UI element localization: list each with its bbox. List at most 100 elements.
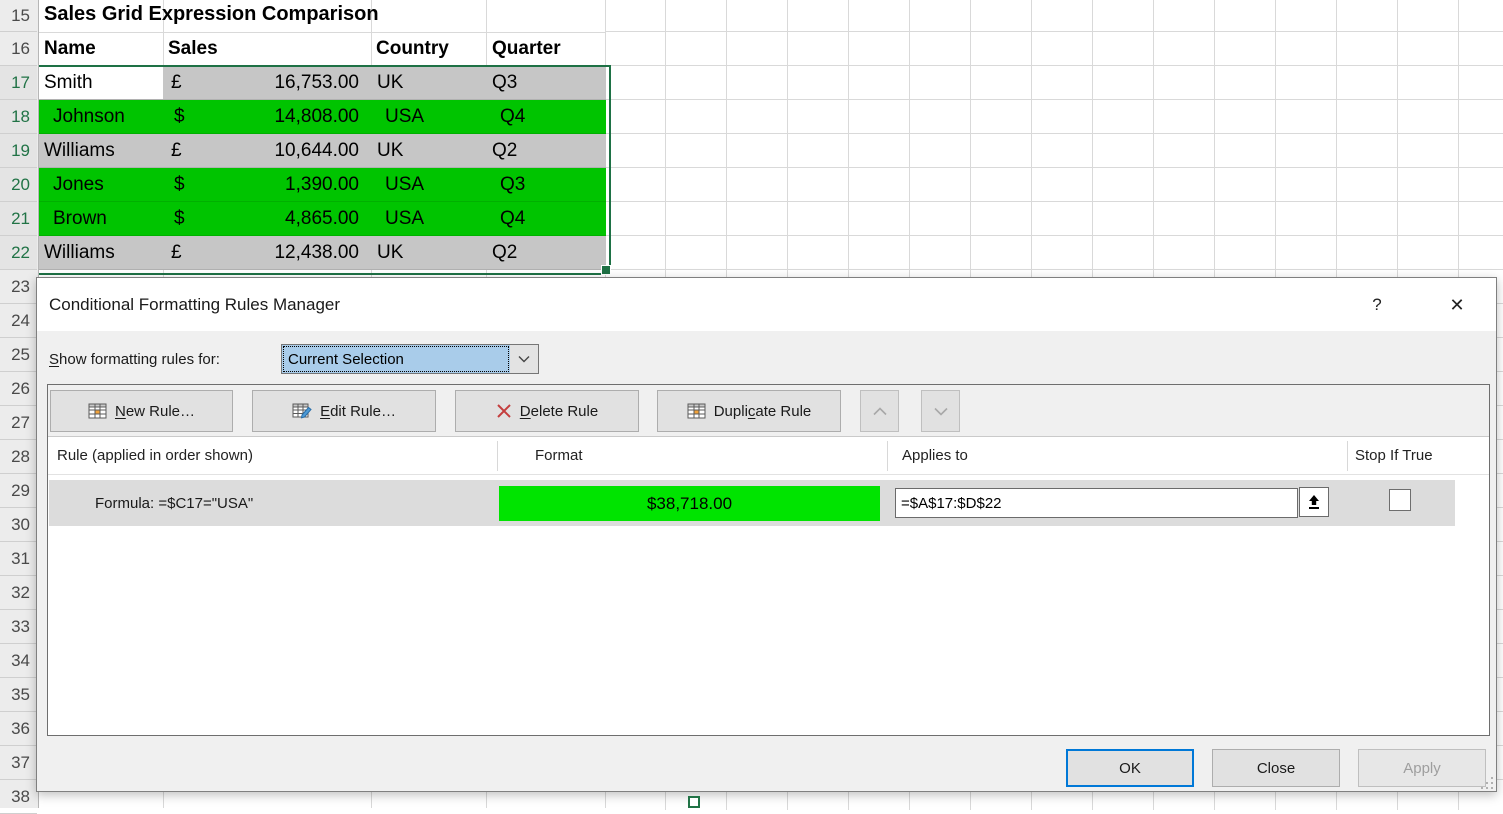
currency-symbol: $ [174, 208, 185, 230]
row-number-31[interactable]: 31 [0, 542, 37, 576]
row-number-21[interactable]: 21 [0, 202, 37, 236]
amount: 12,438.00 [274, 242, 359, 264]
rule-row-selected[interactable]: Formula: =$C17="USA" $38,718.00 =$A$17:$… [49, 480, 1455, 526]
header-cell-country[interactable]: Country [376, 38, 449, 60]
row-number-32[interactable]: 32 [0, 576, 37, 610]
cell-sales-17[interactable]: £16,753.00 [163, 66, 371, 99]
row-number-22[interactable]: 22 [0, 236, 37, 270]
chevron-down-icon [934, 407, 948, 416]
close-button[interactable]: Close [1212, 749, 1340, 787]
cell-quarter-22[interactable]: Q2 [486, 236, 605, 269]
cell-country-20[interactable]: USA [371, 168, 486, 201]
rules-scope-selected-value: Current Selection [282, 345, 510, 373]
ok-button[interactable]: OK [1066, 749, 1194, 787]
sheet-title-cell[interactable]: Sales Grid Expression Comparison [44, 3, 379, 26]
header-cell-name[interactable]: Name [44, 38, 96, 60]
rule-description: Formula: =$C17="USA" [95, 480, 253, 526]
apply-button-disabled[interactable]: Apply [1358, 749, 1486, 787]
delete-rule-button[interactable]: Delete Rule [455, 390, 639, 432]
sheet-row-19: Williams£10,644.00UKQ2 [39, 134, 606, 168]
cell-name-21[interactable]: Brown [39, 202, 163, 235]
move-rule-up-button[interactable] [860, 390, 899, 432]
row-number-35[interactable]: 35 [0, 678, 37, 712]
row-number-25[interactable]: 25 [0, 338, 37, 372]
row-number-38[interactable]: 38 [0, 780, 37, 814]
row-number-17[interactable]: 17 [0, 66, 37, 100]
row-number-27[interactable]: 27 [0, 406, 37, 440]
collapse-dialog-icon [1307, 494, 1321, 510]
chevron-down-icon[interactable] [510, 345, 538, 373]
row-number-37[interactable]: 37 [0, 746, 37, 780]
column-header-format: Format [535, 447, 583, 467]
stop-if-true-checkbox[interactable] [1389, 489, 1411, 511]
sheet-row-18: Johnson$14,808.00USAQ4 [39, 100, 606, 134]
cell-country-22[interactable]: UK [371, 236, 486, 269]
cell-quarter-20[interactable]: Q3 [486, 168, 605, 201]
row-number-23[interactable]: 23 [0, 270, 37, 304]
dialog-titlebar[interactable]: Conditional Formatting Rules Manager ? ✕ [37, 278, 1496, 331]
row-number-15[interactable]: 15 [0, 0, 37, 32]
amount: 16,753.00 [274, 72, 359, 94]
cell-sales-20[interactable]: $1,390.00 [163, 168, 371, 201]
row-number-19[interactable]: 19 [0, 134, 37, 168]
header-cell-sales[interactable]: Sales [168, 38, 218, 60]
row-number-34[interactable]: 34 [0, 644, 37, 678]
sheet-row-21: Brown$4,865.00USAQ4 [39, 202, 606, 236]
row-number-16[interactable]: 16 [0, 32, 37, 66]
range-handle[interactable] [688, 796, 700, 808]
cell-name-17[interactable]: Smith [39, 66, 163, 99]
cell-quarter-21[interactable]: Q4 [486, 202, 605, 235]
header-cell-quarter[interactable]: Quarter [492, 38, 561, 60]
amount: 14,808.00 [274, 106, 359, 128]
edit-rule-button[interactable]: Edit Rule… [252, 390, 436, 432]
cell-quarter-19[interactable]: Q2 [486, 134, 605, 167]
row-number-28[interactable]: 28 [0, 440, 37, 474]
cell-country-18[interactable]: USA [371, 100, 486, 133]
cell-name-22[interactable]: Williams [39, 236, 163, 269]
row-number-20[interactable]: 20 [0, 168, 37, 202]
cell-country-19[interactable]: UK [371, 134, 486, 167]
rules-toolbar: New Rule… Edit Rule… Delete Rule [48, 385, 1489, 437]
new-rule-button[interactable]: New Rule… [50, 390, 233, 432]
row-number-36[interactable]: 36 [0, 712, 37, 746]
cell-quarter-17[interactable]: Q3 [486, 66, 605, 99]
dialog-title: Conditional Formatting Rules Manager [49, 278, 340, 331]
cell-sales-22[interactable]: £12,438.00 [163, 236, 371, 269]
row-number-33[interactable]: 33 [0, 610, 37, 644]
help-icon[interactable]: ? [1363, 291, 1391, 319]
cell-sales-18[interactable]: $14,808.00 [163, 100, 371, 133]
header-separator [1347, 441, 1348, 471]
rules-list-container: New Rule… Edit Rule… Delete Rule [47, 384, 1490, 736]
cell-country-17[interactable]: UK [371, 66, 486, 99]
sheet-row-17: Smith£16,753.00UKQ3 [39, 66, 606, 100]
currency-symbol: $ [174, 106, 185, 128]
row-number-26[interactable]: 26 [0, 372, 37, 406]
cell-name-19[interactable]: Williams [39, 134, 163, 167]
table-pencil-icon [292, 403, 312, 420]
resize-grip[interactable] [1481, 777, 1494, 790]
close-icon[interactable]: ✕ [1443, 291, 1471, 319]
applies-to-input[interactable]: =$A$17:$D$22 [895, 488, 1298, 518]
rules-scope-dropdown[interactable]: Current Selection [281, 344, 539, 374]
cell-sales-19[interactable]: £10,644.00 [163, 134, 371, 167]
show-formatting-rules-label: Show formatting rules for: [49, 348, 220, 370]
cell-country-21[interactable]: USA [371, 202, 486, 235]
cell-name-20[interactable]: Jones [39, 168, 163, 201]
row-number-24[interactable]: 24 [0, 304, 37, 338]
conditional-formatting-rules-manager-dialog: Conditional Formatting Rules Manager ? ✕… [36, 277, 1497, 792]
row-number-29[interactable]: 29 [0, 474, 37, 508]
move-rule-down-button[interactable] [921, 390, 960, 432]
fill-handle[interactable] [601, 265, 611, 275]
amount: 10,644.00 [274, 140, 359, 162]
red-x-icon [496, 403, 512, 419]
row-header-column[interactable]: 1516171819202122232425262728293031323334… [0, 0, 39, 808]
duplicate-rule-button[interactable]: Duplicate Rule [657, 390, 841, 432]
cell-sales-21[interactable]: $4,865.00 [163, 202, 371, 235]
column-header-rule: Rule (applied in order shown) [57, 447, 253, 467]
cell-name-18[interactable]: Johnson [39, 100, 163, 133]
row-number-18[interactable]: 18 [0, 100, 37, 134]
cell-quarter-18[interactable]: Q4 [486, 100, 605, 133]
range-picker-button[interactable] [1299, 487, 1329, 517]
sheet-row-22: Williams£12,438.00UKQ2 [39, 236, 606, 270]
row-number-30[interactable]: 30 [0, 508, 37, 542]
